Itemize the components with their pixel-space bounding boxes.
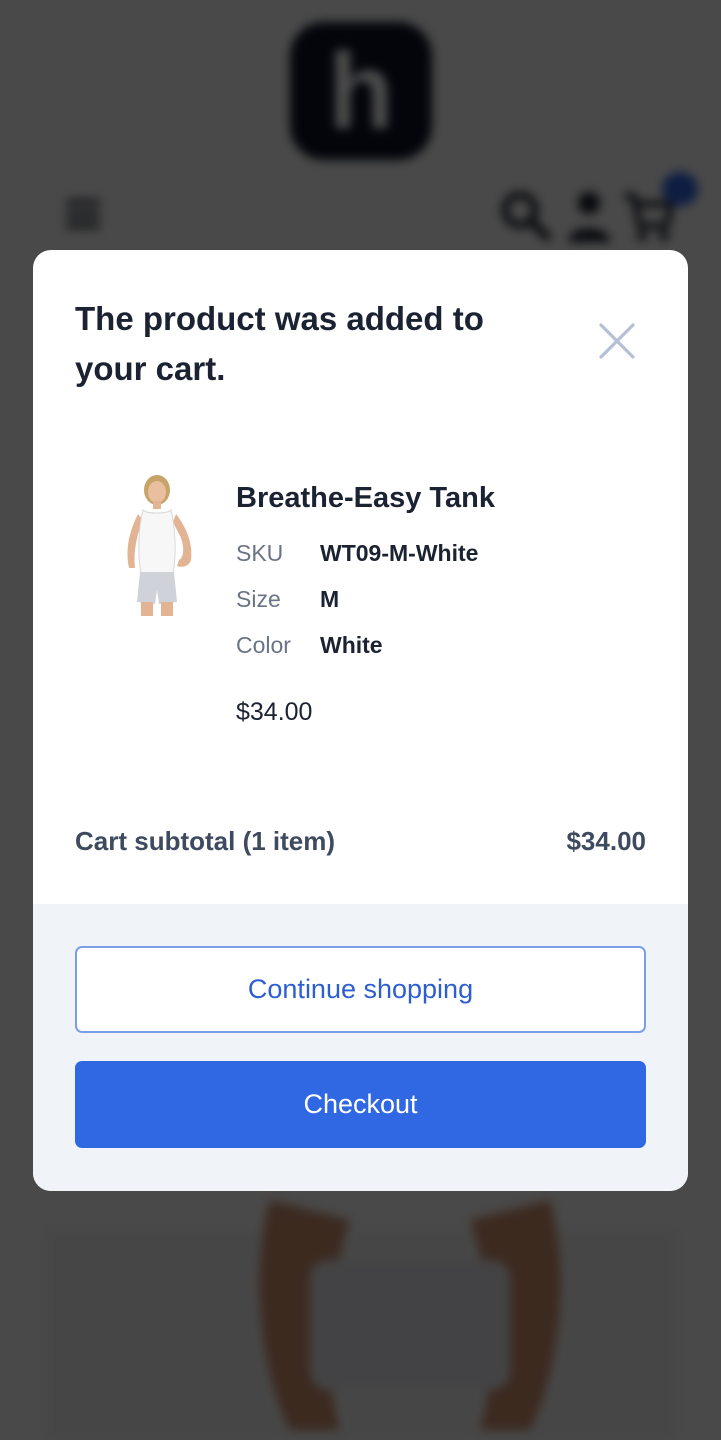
sku-value: WT09-M-White: [320, 540, 479, 566]
cart-subtotal-value: $34.00: [566, 826, 646, 856]
size-value: M: [320, 586, 340, 612]
continue-shopping-button[interactable]: Continue shopping: [75, 946, 646, 1033]
size-label: Size: [236, 586, 281, 612]
product-thumbnail: [127, 475, 192, 616]
dialog-title: The product was added to your cart.: [75, 300, 484, 387]
product-size-row: Size M: [236, 584, 339, 614]
checkout-button[interactable]: Checkout: [75, 1061, 646, 1148]
close-button[interactable]: [594, 318, 640, 364]
color-value: White: [320, 632, 383, 658]
product-name[interactable]: Breathe-Easy Tank: [236, 480, 495, 516]
sku-label: SKU: [236, 540, 284, 566]
close-icon: [599, 323, 635, 359]
product-price: $34.00: [236, 698, 313, 726]
color-label: Color: [236, 632, 291, 658]
product-sku-row: SKU WT09-M-White: [236, 538, 478, 568]
cart-subtotal-label: Cart subtotal (1 item): [75, 826, 336, 856]
dialog-footer: Continue shopping Checkout: [33, 904, 688, 1191]
product-color-row: Color White: [236, 630, 383, 660]
add-to-cart-dialog: The product was added to your cart. Brea…: [33, 250, 688, 1191]
